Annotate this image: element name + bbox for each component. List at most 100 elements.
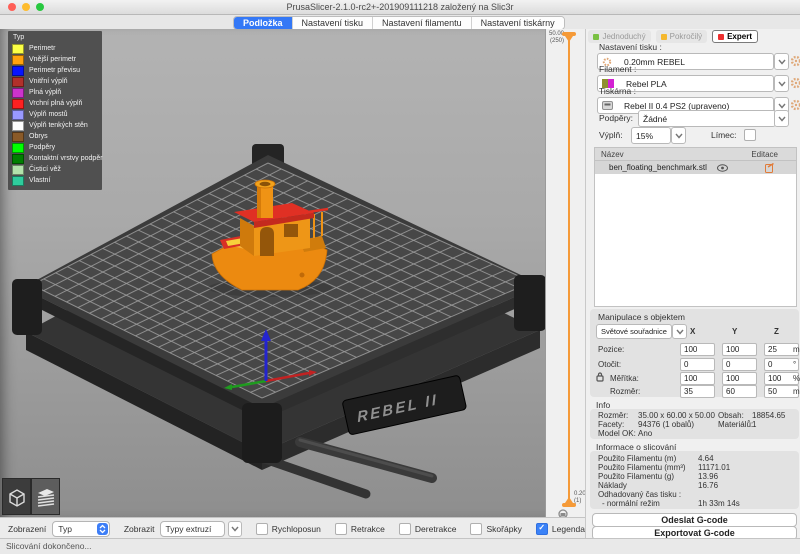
info-volume-value: 18854.65 bbox=[752, 411, 785, 420]
3d-editor-view-button[interactable] bbox=[2, 478, 31, 515]
normal-mode-label: - normální režim bbox=[602, 499, 660, 508]
preview-view-button[interactable] bbox=[31, 478, 60, 515]
legend-item: Vlastní bbox=[12, 175, 98, 186]
rotate-unit: ° bbox=[793, 360, 796, 369]
size-y-input[interactable]: 60 bbox=[722, 385, 757, 398]
status-bar: Slicování dokončeno... bbox=[0, 538, 800, 554]
tab-print-settings[interactable]: Nastavení tisku bbox=[293, 17, 374, 29]
infill-select[interactable]: 15% bbox=[631, 127, 671, 144]
chevron-down-icon bbox=[778, 59, 786, 65]
legend-checkbox-row[interactable]: Legenda bbox=[536, 523, 585, 535]
rotate-y-input[interactable]: 0 bbox=[722, 358, 757, 371]
scale-x-input[interactable]: 100 bbox=[680, 372, 715, 385]
coordinate-system-select[interactable]: Světové souřadnice bbox=[596, 324, 672, 339]
mode-advanced-button[interactable]: Pokročilý bbox=[656, 30, 707, 43]
3d-viewport[interactable]: REBEL II bbox=[0, 29, 545, 517]
legend-item: Vrchní plná výplň bbox=[12, 98, 98, 109]
cube-icon bbox=[6, 486, 28, 508]
show-select[interactable]: Typy extruzí bbox=[160, 521, 225, 537]
tab-printer-settings[interactable]: Nastavení tiskárny bbox=[472, 17, 564, 29]
slicing-info-panel: Použito Filamentu (m) 4.64 Použito Filam… bbox=[590, 451, 799, 509]
supports-select[interactable]: Žádné bbox=[638, 110, 776, 127]
info-dim-value: 35.00 x 60.00 x 50.00 bbox=[638, 411, 715, 420]
legend-item: Výplň tenkých stěn bbox=[12, 120, 98, 131]
mode-expert-button[interactable]: Expert bbox=[712, 30, 758, 43]
manipulation-title: Manipulace s objektem bbox=[598, 312, 685, 322]
info-facets-label: Facety: bbox=[598, 420, 624, 429]
travel-checkbox-row[interactable]: Rychloposun bbox=[256, 523, 321, 535]
layer-slider[interactable] bbox=[546, 29, 586, 517]
stepper-icon bbox=[97, 523, 108, 535]
legend-item: Perimetr převisu bbox=[12, 65, 98, 76]
legend-item: Plná výplň bbox=[12, 87, 98, 98]
show-dropdown-button[interactable] bbox=[228, 521, 242, 537]
color-swatch bbox=[12, 44, 24, 54]
print-settings-dropdown-button[interactable] bbox=[774, 53, 789, 70]
view-mode-select[interactable]: Typ bbox=[52, 521, 110, 537]
name-column-header[interactable]: Název bbox=[601, 150, 624, 159]
coordinate-dropdown-button[interactable] bbox=[672, 324, 687, 339]
size-x-input[interactable]: 35 bbox=[680, 385, 715, 398]
color-swatch bbox=[12, 121, 24, 131]
infill-dropdown-button[interactable] bbox=[671, 127, 686, 144]
chevron-down-icon bbox=[675, 133, 683, 139]
legend-title: Typ bbox=[13, 34, 98, 41]
printer-edit-gear-icon[interactable] bbox=[790, 99, 800, 111]
filament-edit-gear-icon[interactable] bbox=[790, 77, 800, 89]
rotate-x-input[interactable]: 0 bbox=[680, 358, 715, 371]
status-text: Slicování dokončeno... bbox=[6, 541, 92, 551]
bed-corner-bracket bbox=[242, 403, 282, 463]
color-swatch bbox=[12, 77, 24, 87]
edit-icon[interactable] bbox=[765, 163, 774, 173]
filament-dropdown-button[interactable] bbox=[774, 75, 789, 92]
retractions-checkbox bbox=[335, 523, 347, 535]
lock-icon[interactable] bbox=[559, 510, 567, 517]
export-gcode-button[interactable]: Exportovat G-code bbox=[592, 526, 797, 538]
object-list-row[interactable]: ben_floating_benchmark.stl bbox=[595, 161, 796, 174]
color-swatch bbox=[12, 99, 24, 109]
position-x-input[interactable]: 100 bbox=[680, 343, 715, 356]
object-list-header: Název Editace bbox=[594, 147, 797, 161]
scale-unit: % bbox=[793, 374, 800, 383]
print-settings-edit-gear-icon[interactable] bbox=[790, 55, 800, 67]
send-gcode-button[interactable]: Odeslat G-code bbox=[592, 513, 797, 527]
slider-top-handle[interactable] bbox=[562, 32, 576, 42]
object-list[interactable]: ben_floating_benchmark.stl bbox=[594, 160, 797, 307]
color-swatch bbox=[12, 66, 24, 76]
chevron-down-icon bbox=[676, 329, 684, 335]
printer-rod bbox=[300, 442, 432, 478]
eye-icon[interactable] bbox=[717, 164, 728, 172]
brim-checkbox[interactable] bbox=[744, 129, 756, 141]
position-y-input[interactable]: 100 bbox=[722, 343, 757, 356]
object-manipulation-panel: Manipulace s objektem Světové souřadnice… bbox=[590, 309, 799, 397]
bed-corner-bracket bbox=[514, 275, 545, 331]
supports-dropdown-button[interactable] bbox=[774, 110, 789, 127]
retractions-checkbox-row[interactable]: Retrakce bbox=[335, 523, 385, 535]
edit-column-header[interactable]: Editace bbox=[751, 150, 778, 159]
filament-g-label: Použito Filamentu (g) bbox=[598, 472, 674, 481]
brim-label: Límec: bbox=[711, 130, 737, 140]
axis-x-header: X bbox=[690, 327, 695, 336]
shells-checkbox-row[interactable]: Skořápky bbox=[470, 523, 521, 535]
shells-checkbox bbox=[470, 523, 482, 535]
info-materials-value: 1 bbox=[752, 420, 756, 429]
legend-item: Čisticí věž bbox=[12, 164, 98, 175]
info-modelok-label: Model OK: bbox=[598, 429, 636, 438]
window-title: PrusaSlicer-2.1.0-rc2+-201909111218 zalo… bbox=[0, 2, 800, 12]
filament-mm3-label: Použito Filamentu (mm³) bbox=[598, 463, 686, 472]
expert-mode-icon bbox=[718, 34, 724, 40]
color-swatch bbox=[12, 165, 24, 175]
extrusion-type-legend: Typ Perimetr Vnější perimetr Perimetr př… bbox=[8, 31, 102, 190]
size-label: Rozměr: bbox=[610, 387, 640, 396]
advanced-mode-icon bbox=[661, 34, 667, 40]
scale-lock-icon[interactable] bbox=[596, 372, 604, 382]
deretractions-checkbox-row[interactable]: Deretrakce bbox=[399, 523, 457, 535]
tab-plater[interactable]: Podložka bbox=[234, 17, 293, 29]
scale-y-input[interactable]: 100 bbox=[722, 372, 757, 385]
chevron-down-icon bbox=[231, 526, 239, 532]
tab-filament-settings[interactable]: Nastavení filamentu bbox=[373, 17, 472, 29]
axis-z-header: Z bbox=[774, 327, 779, 336]
scale-label: Měřítka: bbox=[610, 374, 639, 383]
info-panel: Rozměr: 35.00 x 60.00 x 50.00 Obsah: 188… bbox=[590, 409, 799, 439]
color-swatch bbox=[12, 88, 24, 98]
